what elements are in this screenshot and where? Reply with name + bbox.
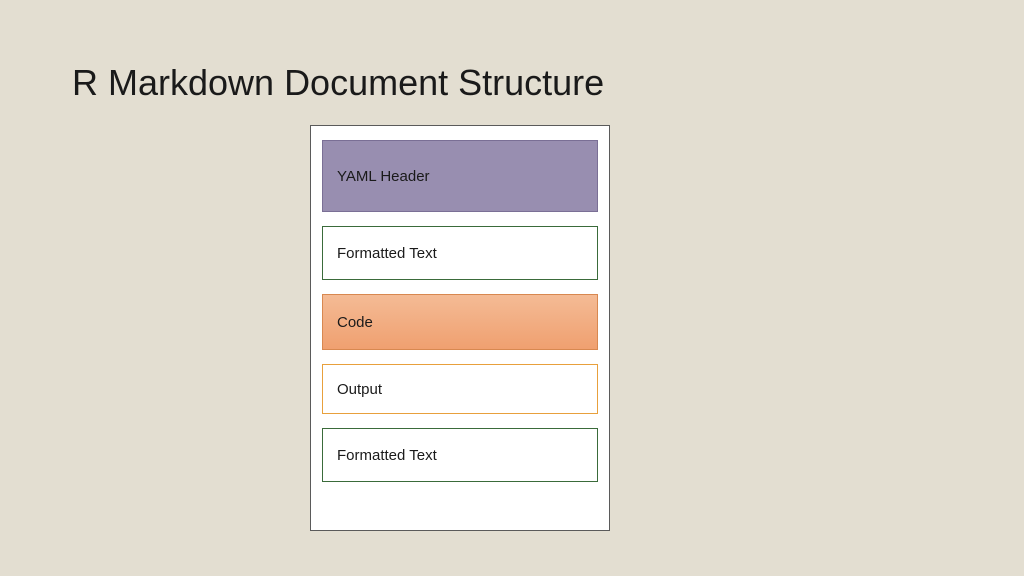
slide-title: R Markdown Document Structure [72,62,604,104]
yaml-header-section: YAML Header [322,140,598,212]
document-structure-diagram: YAML Header Formatted Text Code Output F… [310,125,610,531]
formatted-text-section-2: Formatted Text [322,428,598,482]
formatted-text-section-1: Formatted Text [322,226,598,280]
output-section: Output [322,364,598,414]
code-section: Code [322,294,598,350]
